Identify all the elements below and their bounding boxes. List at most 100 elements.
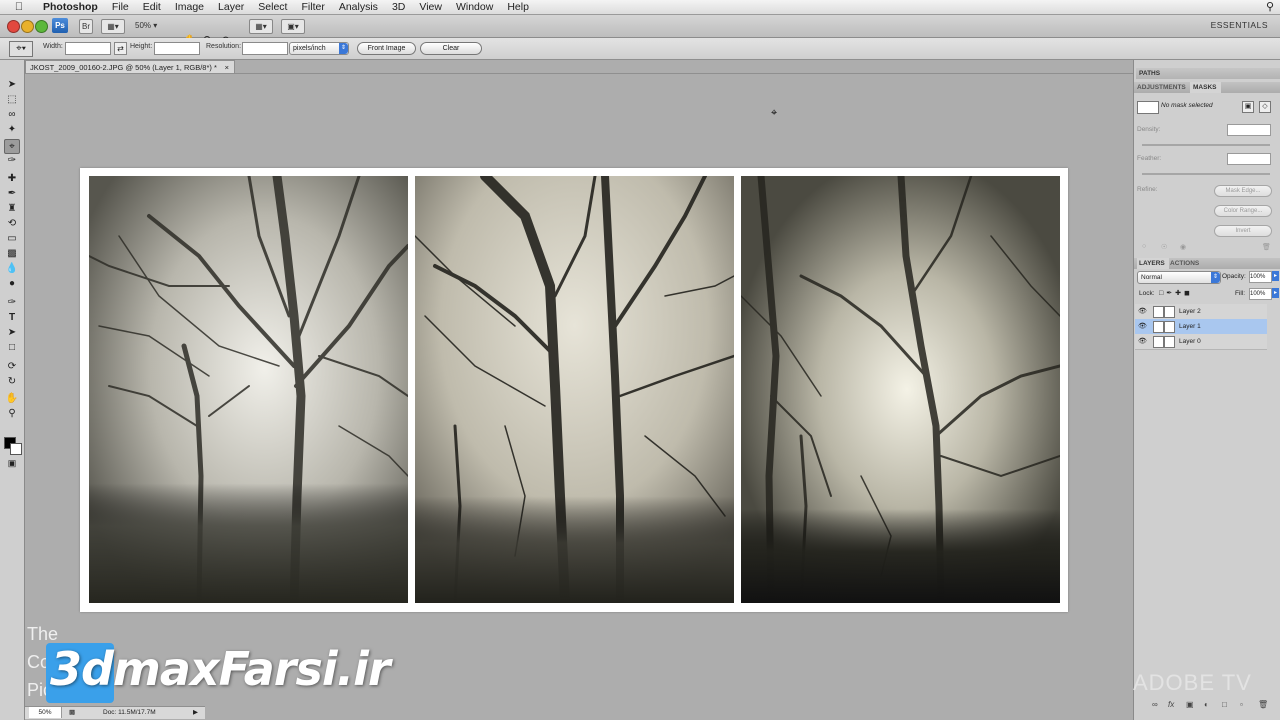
color-range-button[interactable]: Color Range... xyxy=(1214,205,1272,217)
layer-style-icon[interactable]: fx xyxy=(1168,700,1174,709)
lock-options-icons[interactable]: □✒✚◼ xyxy=(1159,289,1193,297)
delete-layer-icon[interactable]: 🗑 xyxy=(1258,700,1268,709)
load-selection-icon[interactable]: ○ xyxy=(1142,243,1146,250)
quick-selection-tool-icon[interactable]: ✦ xyxy=(5,123,19,136)
resolution-field[interactable] xyxy=(242,42,288,55)
pixel-mask-icon[interactable]: ▣ xyxy=(1242,101,1254,113)
menu-filter[interactable]: Filter xyxy=(294,1,331,13)
tab-actions[interactable]: ACTIONS xyxy=(1170,258,1206,269)
crop-tool-icon[interactable]: ⌖ xyxy=(4,139,20,154)
resolution-unit-select[interactable]: pixels/inch ⇕ xyxy=(289,42,349,55)
clear-button[interactable]: Clear xyxy=(420,42,482,55)
feather-field[interactable] xyxy=(1227,153,1271,165)
menu-image[interactable]: Image xyxy=(168,1,211,13)
add-mask-icon[interactable]: ▣ xyxy=(1186,700,1194,709)
menu-file[interactable]: File xyxy=(105,1,136,13)
clone-stamp-tool-icon[interactable]: ♜ xyxy=(5,202,19,215)
apply-mask-icon[interactable]: ☉ xyxy=(1161,243,1167,251)
menu-view[interactable]: View xyxy=(412,1,449,13)
document-tab[interactable]: JKOST_2009_00160-2.JPG @ 50% (Layer 1, R… xyxy=(25,60,235,73)
tab-adjustments[interactable]: ADJUSTMENTS xyxy=(1137,82,1189,93)
status-share-icon[interactable]: ▩ xyxy=(69,707,75,719)
front-image-button[interactable]: Front Image xyxy=(357,42,416,55)
background-color-swatch[interactable] xyxy=(10,443,22,455)
arrange-documents-button[interactable]: ▦▾ xyxy=(249,19,273,34)
zoom-window-icon[interactable] xyxy=(35,20,48,33)
layer-row[interactable]: 👁 Layer 2 xyxy=(1135,304,1267,320)
zoom-tool-icon[interactable]: ⚲ xyxy=(5,407,19,420)
history-brush-tool-icon[interactable]: ⟲ xyxy=(5,217,19,230)
fill-arrow-icon[interactable]: ▸ xyxy=(1272,288,1279,298)
blur-tool-icon[interactable]: 💧 xyxy=(5,262,19,275)
spotlight-search-icon[interactable]: ⚲ xyxy=(1266,0,1274,13)
lasso-tool-icon[interactable]: ∞ xyxy=(5,108,19,121)
menu-layer[interactable]: Layer xyxy=(211,1,251,13)
document-canvas[interactable] xyxy=(80,168,1068,612)
menu-help[interactable]: Help xyxy=(500,1,536,13)
close-window-icon[interactable] xyxy=(7,20,20,33)
opacity-field[interactable]: 100% xyxy=(1249,271,1272,283)
delete-mask-icon[interactable]: 🗑 xyxy=(1262,243,1271,251)
feather-slider[interactable] xyxy=(1142,173,1270,175)
tab-paths[interactable]: PATHS xyxy=(1136,68,1280,79)
eye-icon[interactable]: 👁 xyxy=(1138,334,1147,349)
menu-window[interactable]: Window xyxy=(449,1,500,13)
brush-tool-icon[interactable]: ✒ xyxy=(5,187,19,200)
bridge-button[interactable]: Br xyxy=(79,19,93,34)
marquee-tool-icon[interactable]: ⬚ xyxy=(5,93,19,106)
apple-icon[interactable]:  xyxy=(12,1,26,13)
new-layer-icon[interactable]: ▫ xyxy=(1240,700,1243,709)
type-tool-icon[interactable]: T xyxy=(5,311,19,324)
workspace-switcher[interactable]: ESSENTIALS xyxy=(1211,20,1268,30)
view-extras-button[interactable]: ▦▾ xyxy=(101,19,125,34)
dodge-tool-icon[interactable]: ● xyxy=(5,277,19,290)
gradient-tool-icon[interactable]: ▩ xyxy=(5,247,19,260)
resolution-label: Resolution: xyxy=(206,43,242,50)
density-slider[interactable] xyxy=(1142,144,1270,146)
status-menu-arrow-icon[interactable]: ▶ xyxy=(193,707,198,719)
density-field[interactable] xyxy=(1227,124,1271,136)
path-selection-tool-icon[interactable]: ➤ xyxy=(5,326,19,339)
chevron-down-icon: ⇕ xyxy=(1211,272,1220,283)
tool-preset-picker[interactable]: ⌖▾ xyxy=(9,41,33,57)
fill-field[interactable]: 100% xyxy=(1249,288,1272,300)
hand-tool-icon[interactable]: ✋ xyxy=(5,392,19,405)
mask-edge-button[interactable]: Mask Edge... xyxy=(1214,185,1272,197)
menu-analysis[interactable]: Analysis xyxy=(332,1,385,13)
menu-app-name[interactable]: Photoshop xyxy=(36,1,105,13)
3d-orbit-tool-icon[interactable]: ↻ xyxy=(5,375,19,388)
disable-mask-icon[interactable]: ◉ xyxy=(1180,243,1186,251)
eraser-tool-icon[interactable]: ▭ xyxy=(5,232,19,245)
eye-icon[interactable]: 👁 xyxy=(1138,319,1147,334)
shape-tool-icon[interactable]: □ xyxy=(5,341,19,354)
status-zoom-field[interactable]: 50% xyxy=(29,707,62,718)
healing-brush-tool-icon[interactable]: ✚ xyxy=(5,172,19,185)
tab-masks[interactable]: MASKS xyxy=(1190,82,1221,93)
adjustment-layer-icon[interactable]: ◐ xyxy=(1204,700,1209,709)
eyedropper-tool-icon[interactable]: ✑ xyxy=(5,154,19,167)
height-field[interactable] xyxy=(154,42,200,55)
new-group-icon[interactable]: □ xyxy=(1222,700,1227,709)
layer-row[interactable]: 👁 Layer 1 xyxy=(1135,319,1267,335)
tab-layers[interactable]: LAYERS xyxy=(1137,258,1169,269)
move-tool-icon[interactable]: ➤ xyxy=(5,78,19,91)
opacity-arrow-icon[interactable]: ▸ xyxy=(1272,271,1279,281)
menu-3d[interactable]: 3D xyxy=(385,1,412,13)
menu-edit[interactable]: Edit xyxy=(136,1,168,13)
swap-dimensions-icon[interactable]: ⇄ xyxy=(114,42,127,55)
vector-mask-icon[interactable]: ◇ xyxy=(1259,101,1271,113)
watermark-text: 3dmaxFarsi.ir xyxy=(50,642,391,696)
width-field[interactable] xyxy=(65,42,111,55)
blend-mode-select[interactable]: Normal ⇕ xyxy=(1137,271,1221,284)
zoom-level-select[interactable]: 50% ▾ xyxy=(135,19,169,32)
menu-select[interactable]: Select xyxy=(251,1,294,13)
minimize-window-icon[interactable] xyxy=(21,20,34,33)
pen-tool-icon[interactable]: ✑ xyxy=(5,296,19,309)
invert-button[interactable]: Invert xyxy=(1214,225,1272,237)
eye-icon[interactable]: 👁 xyxy=(1138,304,1147,319)
quick-mask-icon[interactable]: ▣ xyxy=(5,457,19,470)
layer-row[interactable]: 👁 Layer 0 xyxy=(1135,334,1267,350)
3d-rotate-tool-icon[interactable]: ⟳ xyxy=(5,360,19,373)
link-layers-icon[interactable]: ∞ xyxy=(1152,700,1158,709)
screen-mode-button[interactable]: ▣▾ xyxy=(281,19,305,34)
